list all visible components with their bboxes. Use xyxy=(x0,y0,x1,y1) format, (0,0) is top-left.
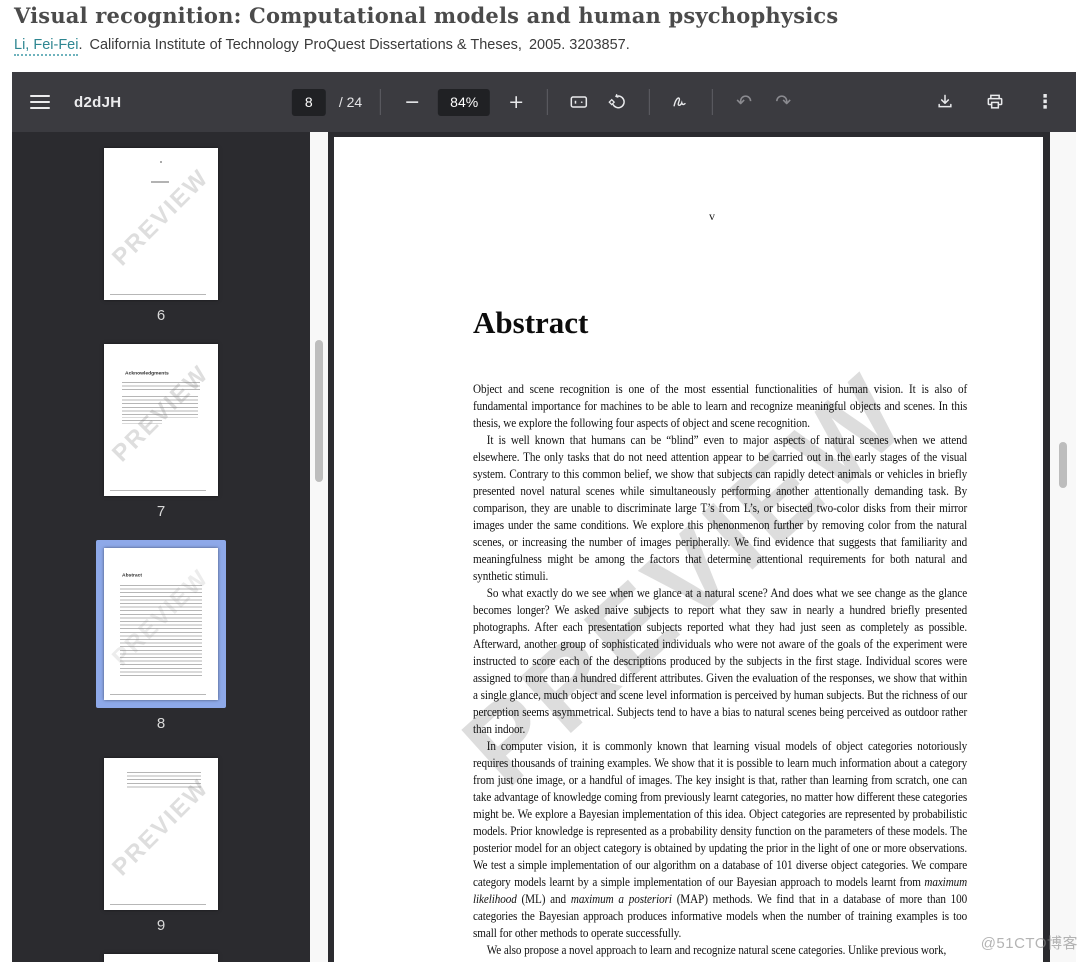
result-header: Visual recognition: Computational models… xyxy=(14,2,1064,56)
document-page-8: PREVIEW v Abstract Object and scene reco… xyxy=(334,137,1043,962)
download-button[interactable] xyxy=(932,89,958,115)
annotate-button[interactable] xyxy=(668,89,694,115)
document-scrollbar-thumb[interactable] xyxy=(1059,442,1067,488)
preview-watermark: PREVIEW xyxy=(107,164,215,272)
kebab-menu-icon: ⋮ xyxy=(1035,90,1055,113)
thumbnail-item: PREVIEW 9 xyxy=(104,758,218,936)
thumbnail-label: 8 xyxy=(156,715,166,732)
document-name: d2dJH xyxy=(74,93,122,111)
page-number-input[interactable] xyxy=(291,88,326,116)
zoom-out-button[interactable]: − xyxy=(399,89,425,115)
thumbnail-heading: Abstract xyxy=(122,572,143,578)
thumbnail-page-7[interactable]: Acknowledgments PREVIEW xyxy=(104,344,218,496)
fit-to-frame-icon xyxy=(569,92,589,112)
byline: Li, Fei-Fei. California Institute of Tech… xyxy=(14,37,1064,56)
abstract-paragraph: It is well known that humans can be “bli… xyxy=(473,433,968,583)
print-button[interactable] xyxy=(982,89,1008,115)
abstract-paragraph: Object and scene recognition is one of t… xyxy=(473,382,968,430)
document-scrollbar[interactable] xyxy=(1050,132,1076,962)
pen-scribble-icon xyxy=(671,92,691,112)
undo-icon: ↶ xyxy=(736,90,753,113)
thumbnail-page-10-partial[interactable] xyxy=(104,954,218,962)
menu-icon[interactable] xyxy=(30,95,50,109)
thumbnail-page-9[interactable]: PREVIEW xyxy=(104,758,218,910)
thumbnail-selection-frame: Abstract PREVIEW xyxy=(96,540,226,708)
abstract-paragraphs: Object and scene recognition is one of t… xyxy=(473,381,967,959)
toolbar-divider xyxy=(547,89,549,115)
site-watermark: @51CTO博客 xyxy=(980,935,1078,952)
author-separator: . xyxy=(78,37,83,53)
viewer-content: PREVIEW 6 Acknowledgments PREVIEW 7 Abst… xyxy=(12,132,1076,962)
sidebar-scrollbar[interactable] xyxy=(310,132,328,962)
thumbnail-item: PREVIEW 6 xyxy=(104,148,218,326)
zoom-level-display: 84% xyxy=(438,88,491,116)
download-icon xyxy=(935,92,955,112)
abstract-paragraph: So what exactly do we see when we glance… xyxy=(473,586,968,736)
author-link[interactable]: Li, Fei-Fei xyxy=(14,37,79,56)
toolbar-divider xyxy=(649,89,651,115)
zoom-in-button[interactable]: + xyxy=(503,89,529,115)
page-roman-numeral: v xyxy=(709,209,715,223)
thumbnail-page-8[interactable]: Abstract PREVIEW xyxy=(104,548,218,700)
thumbnail-item: Acknowledgments PREVIEW 7 xyxy=(104,344,218,522)
fit-to-page-button[interactable] xyxy=(566,89,592,115)
undo-button[interactable]: ↶ xyxy=(731,89,757,115)
thumbnail-item-selected: Abstract PREVIEW 8 xyxy=(96,540,226,734)
thumbnail-label: 7 xyxy=(156,503,166,520)
thumbnail-sidebar: PREVIEW 6 Acknowledgments PREVIEW 7 Abst… xyxy=(12,132,310,962)
redo-icon: ↷ xyxy=(775,90,792,113)
source-text: ProQuest Dissertations & Theses, xyxy=(303,37,522,53)
print-icon xyxy=(985,92,1005,112)
publication-id: 2005. 3203857. xyxy=(528,37,630,53)
pdf-viewer: d2dJH / 24 − 84% + xyxy=(12,72,1076,962)
redo-button[interactable]: ↷ xyxy=(770,89,796,115)
thumbnail-heading: Acknowledgments xyxy=(125,370,169,376)
affiliation-text: California Institute of Technology xyxy=(89,37,299,53)
thumbnail-label: 6 xyxy=(156,307,166,324)
abstract-paragraph: We also propose a novel approach to lear… xyxy=(486,943,947,957)
thumbnail-page-6[interactable]: PREVIEW xyxy=(104,148,218,300)
sidebar-scrollbar-thumb[interactable] xyxy=(315,340,323,482)
rotate-button[interactable] xyxy=(605,89,631,115)
page-title: Visual recognition: Computational models… xyxy=(14,3,839,28)
viewer-toolbar: d2dJH / 24 − 84% + xyxy=(12,72,1076,132)
toolbar-divider xyxy=(380,89,382,115)
toolbar-divider xyxy=(712,89,714,115)
abstract-heading: Abstract xyxy=(473,305,589,340)
thumbnail-label: 9 xyxy=(156,917,166,934)
abstract-paragraph: In computer vision, it is commonly known… xyxy=(473,739,968,940)
page-total-label: / 24 xyxy=(338,94,363,110)
document-viewport: PREVIEW v Abstract Object and scene reco… xyxy=(328,132,1050,962)
more-options-button[interactable]: ⋮ xyxy=(1032,89,1058,115)
thumbnail-item xyxy=(104,954,218,962)
rotate-icon xyxy=(608,92,628,112)
